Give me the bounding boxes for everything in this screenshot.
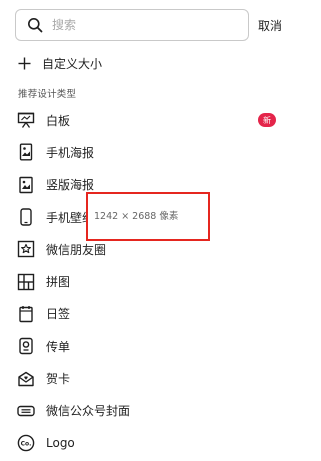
list-item-whiteboard[interactable]: 白板 新 <box>0 104 321 136</box>
wechat-moments-icon <box>17 240 35 258</box>
search-icon <box>28 18 43 33</box>
list-item-label: Logo <box>46 436 75 451</box>
whiteboard-icon <box>17 111 35 129</box>
list-item-label: 日签 <box>46 307 71 322</box>
flyer-icon <box>17 337 35 355</box>
list-item-collage[interactable]: 拼图 <box>0 265 321 297</box>
greeting-card-icon <box>17 370 35 388</box>
plus-icon <box>18 57 31 69</box>
logo-icon: Co. <box>17 434 35 452</box>
search-bar: 取消 <box>15 9 315 41</box>
size-tooltip: 1242 × 2688 像素 <box>86 192 210 241</box>
wechat-cover-icon <box>17 402 35 420</box>
new-badge: 新 <box>258 113 276 127</box>
list-item-flyer[interactable]: 传单 <box>0 330 321 362</box>
list-item-calendar[interactable]: 日签 <box>0 298 321 330</box>
svg-text:Co.: Co. <box>21 440 32 447</box>
custom-size-label: 自定义大小 <box>42 56 103 71</box>
section-title: 推荐设计类型 <box>18 89 77 100</box>
list-item-wechat-cover[interactable]: 微信公众号封面 <box>0 395 321 427</box>
list-item-label: 微信朋友圈 <box>46 242 107 257</box>
list-item-greeting-card[interactable]: 贺卡 <box>0 362 321 394</box>
collage-icon <box>17 273 35 291</box>
list-item-label: 白板 <box>46 113 71 128</box>
list-item-label: 拼图 <box>46 275 71 290</box>
list-item-label: 手机海报 <box>46 145 95 160</box>
cancel-button[interactable]: 取消 <box>258 17 282 34</box>
vertical-poster-icon <box>17 176 35 194</box>
list-item-label: 竖版海报 <box>46 178 95 193</box>
calendar-icon <box>17 305 35 323</box>
phone-poster-icon <box>17 143 35 161</box>
search-field[interactable] <box>15 9 249 41</box>
list-item-label: 贺卡 <box>46 372 71 387</box>
custom-size-button[interactable]: 自定义大小 <box>18 53 102 73</box>
list-item-logo[interactable]: Co. Logo <box>0 427 321 459</box>
search-input[interactable] <box>52 18 232 32</box>
design-type-list: 白板 新 手机海报 竖版海报 手机壁纸 微信朋友圈 拼图 日签 传单 贺卡 微信… <box>0 104 321 459</box>
phone-wallpaper-icon <box>17 208 35 226</box>
list-item-label: 传单 <box>46 339 71 354</box>
size-tooltip-text: 1242 × 2688 像素 <box>94 211 179 222</box>
list-item-phone-poster[interactable]: 手机海报 <box>0 136 321 168</box>
list-item-label: 微信公众号封面 <box>46 404 131 419</box>
